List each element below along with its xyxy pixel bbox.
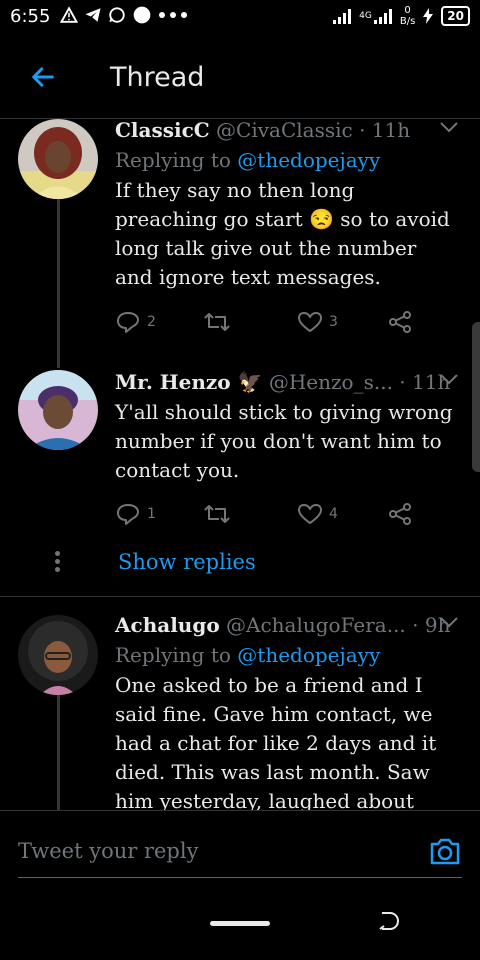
back-button[interactable] [26,60,60,94]
author-name[interactable]: Mr. Henzo 🦅 [115,370,263,394]
more-notifications-icon [159,12,187,18]
notification-icons [60,5,188,25]
tweet-meta: ClassicC @CivaClassic · 11h [115,118,460,142]
author-name[interactable]: Achalugo [115,613,220,637]
telegram-icon [85,8,101,22]
thread-line [57,693,60,810]
scroll-handle[interactable] [472,322,480,472]
tweet-actions: 2 3 [115,310,415,340]
author-handle[interactable]: @Henzo_s... [269,370,393,394]
thread-line [57,198,60,368]
chevron-down-icon[interactable] [438,120,460,134]
tweet-content: Mr. Henzo 🦅 @Henzo_s... · 11h Y'all shou… [115,370,460,485]
heart-icon [298,504,322,524]
chevron-down-icon[interactable] [438,615,460,629]
avatar[interactable] [18,119,98,199]
tweet-meta: Mr. Henzo 🦅 @Henzo_s... · 11h [115,370,460,394]
retweet-button[interactable] [203,310,237,334]
share-button[interactable] [387,310,413,334]
like-count: 4 [329,506,338,522]
author-name[interactable]: ClassicC [115,118,210,142]
author-handle[interactable]: @CivaClassic [216,118,353,142]
like-button[interactable]: 3 [297,310,338,334]
avatar-image [18,615,98,695]
replying-to: Replying to @thedopejayy [115,643,381,667]
reply-button[interactable]: 1 [115,502,156,526]
reply-count: 1 [147,506,156,522]
like-count: 3 [329,314,338,330]
tweet-content: ClassicC @CivaClassic · 11h Replying to … [115,118,460,292]
share-icon [389,503,411,525]
reply-count: 2 [147,314,156,330]
status-bar: 6:55 4G 0 B/s 20 [0,0,480,36]
replying-to: Replying to @thedopejayy [115,148,381,172]
show-replies-link[interactable]: Show replies [118,550,256,574]
tweet[interactable]: ClassicC @CivaClassic · 11h Replying to … [0,118,480,368]
whatsapp-icon [109,7,125,23]
heart-icon [298,312,322,332]
signal-icon-2 [373,9,392,24]
clock: 6:55 [10,6,51,27]
avatar[interactable] [18,615,98,695]
signal-icon [333,9,352,24]
like-button[interactable]: 4 [297,502,338,526]
avatar-image [18,119,98,199]
avatar-image [18,370,98,450]
divider [0,596,480,597]
reply-placeholder: Tweet your reply [18,839,199,863]
system-nav-bar [0,895,480,960]
net-speed: 0 B/s [399,5,416,27]
charging-icon [423,8,434,24]
tweet-actions: 1 4 [115,502,415,532]
tweet-text: Y'all should stick to giving wrong numbe… [115,400,453,482]
circle-notification-icon [133,6,151,24]
tweet[interactable]: Mr. Henzo 🦅 @Henzo_s... · 11h Y'all shou… [0,368,480,598]
arrow-left-icon [32,67,54,87]
thread-feed[interactable]: ClassicC @CivaClassic · 11h Replying to … [0,118,480,810]
retweet-icon [204,313,230,331]
share-icon [389,311,411,333]
avatar[interactable] [18,370,98,450]
author-handle[interactable]: @AchalugoFera... [226,613,406,637]
camera-icon[interactable] [428,835,462,867]
replying-to-link[interactable]: @thedopejayy [237,148,380,172]
share-button[interactable] [387,502,413,526]
home-gesture-bar[interactable] [210,921,270,926]
tweet-time: · 11h [359,118,411,142]
tweet-text: One asked to be a friend and I said fine… [115,673,437,810]
tweet-content: Achalugo @AchalugoFera... · 9h Replying … [115,613,460,810]
back-gesture-icon[interactable] [376,909,400,933]
retweet-icon [204,505,230,523]
tweet-meta: Achalugo @AchalugoFera... · 9h [115,613,460,637]
thread-dots [55,548,61,575]
tweet[interactable]: Achalugo @AchalugoFera... · 9h Replying … [0,613,480,810]
reply-icon [117,504,139,525]
reply-input[interactable]: Tweet your reply [18,831,462,878]
app-header: Thread [0,36,480,119]
chevron-down-icon[interactable] [438,372,460,386]
battery-level: 20 [441,6,470,26]
reply-button[interactable]: 2 [115,310,156,334]
reply-icon [117,312,139,333]
replying-to-link[interactable]: @thedopejayy [237,643,380,667]
network-gen-label: 4G [359,11,372,21]
retweet-button[interactable] [203,502,237,526]
system-status: 4G 0 B/s 20 [333,5,470,27]
warning-icon [60,6,78,23]
page-title: Thread [110,62,205,93]
reply-composer: Tweet your reply [0,810,480,896]
tweet-text: If they say no then long preaching go st… [115,178,450,289]
